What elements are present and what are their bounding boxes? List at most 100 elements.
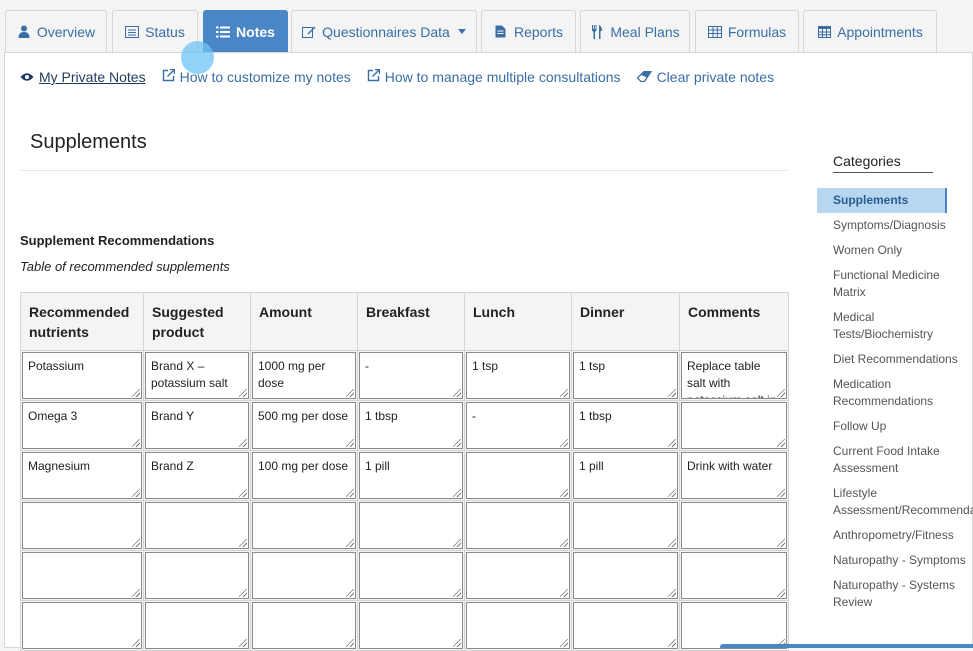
category-item[interactable]: Diet Recommendations	[817, 347, 973, 372]
category-item[interactable]: Medical Tests/Biochemistry	[817, 305, 973, 347]
tab-reports[interactable]: Reports	[481, 10, 576, 52]
cell-textarea[interactable]: Drink with water	[681, 452, 787, 499]
cell-textarea[interactable]	[573, 602, 678, 649]
category-item[interactable]: Current Food Intake Assessment	[817, 439, 973, 481]
cell-textarea[interactable]	[252, 552, 356, 599]
table-row: Potassium Brand X – potassium salt 1000 mg…	[20, 350, 789, 401]
tab-meal-plans[interactable]: Meal Plans	[580, 10, 690, 52]
calendar-icon	[817, 25, 831, 39]
category-item[interactable]: Functional Medicine Matrix	[817, 263, 973, 305]
column-header: Lunch	[464, 292, 572, 351]
cell-textarea[interactable]: 1 pill	[573, 452, 678, 499]
cell-textarea[interactable]: 1000 mg per dose	[252, 352, 356, 399]
cell-textarea[interactable]	[145, 602, 249, 649]
category-item[interactable]: Naturopathy - Systems Review	[817, 573, 973, 615]
cell-textarea[interactable]: Omega 3	[22, 402, 142, 449]
cell-textarea[interactable]	[573, 502, 678, 549]
tab-appointments[interactable]: Appointments	[803, 10, 937, 52]
user-icon	[17, 25, 31, 39]
cell-textarea[interactable]	[359, 602, 463, 649]
eye-icon	[20, 69, 34, 85]
category-item[interactable]: Symptoms/Diagnosis	[817, 213, 973, 238]
cell-textarea[interactable]: Brand Z	[145, 452, 249, 499]
cell-textarea[interactable]	[573, 552, 678, 599]
table-cell	[679, 550, 789, 601]
cell-textarea[interactable]	[681, 602, 787, 649]
cell-textarea[interactable]: -	[466, 402, 570, 449]
section-title: Supplements	[20, 131, 788, 171]
category-item[interactable]: Supplements	[817, 188, 947, 213]
cell-textarea[interactable]	[681, 402, 787, 449]
table-cell	[20, 600, 144, 651]
cell-textarea[interactable]: Magnesium	[22, 452, 142, 499]
my-private-notes-link[interactable]: My Private Notes	[20, 69, 146, 85]
category-item[interactable]: Medication Recommendations	[817, 372, 973, 414]
cell-textarea[interactable]	[359, 552, 463, 599]
cell-textarea[interactable]	[145, 502, 249, 549]
table-cell	[250, 600, 358, 651]
cell-textarea[interactable]	[359, 502, 463, 549]
cell-textarea[interactable]: Potassium	[22, 352, 142, 399]
cell-textarea[interactable]: Brand Y	[145, 402, 249, 449]
cell-textarea[interactable]	[22, 552, 142, 599]
cell-textarea[interactable]: 100 mg per dose	[252, 452, 356, 499]
cell-textarea[interactable]: 1 tbsp	[359, 402, 463, 449]
tab-notes[interactable]: Notes	[203, 10, 288, 52]
cell-textarea[interactable]	[22, 502, 142, 549]
cell-textarea[interactable]	[466, 602, 570, 649]
tab-label: Notes	[236, 23, 275, 40]
cell-textarea[interactable]: Brand X – potassium salt	[145, 352, 249, 399]
cell-textarea[interactable]: 1 tsp	[466, 352, 570, 399]
cell-textarea[interactable]	[681, 552, 787, 599]
table-cell	[571, 500, 680, 551]
table-row	[20, 500, 789, 551]
table-cell: 1 tsp	[464, 350, 572, 401]
tab-label: Reports	[513, 23, 564, 40]
tab-questionnaires-data[interactable]: Questionnaires Data	[291, 10, 477, 52]
notes-panel: My Private Notes How to customize my not…	[4, 52, 973, 651]
cell-textarea[interactable]: 1 tsp	[573, 352, 678, 399]
cell-textarea[interactable]: Replace table salt with potassium salt i…	[681, 352, 787, 399]
table-cell	[250, 550, 358, 601]
category-item[interactable]: Women Only	[817, 238, 973, 263]
supplements-table: Recommended nutrients Suggested product Am…	[20, 292, 789, 651]
category-item[interactable]: Lifestyle Assessment/Recommendations	[817, 481, 973, 523]
tab-label: Appointments	[837, 23, 923, 40]
cell-textarea[interactable]	[22, 602, 142, 649]
cell-textarea[interactable]	[681, 502, 787, 549]
cell-textarea[interactable]	[252, 502, 356, 549]
category-item[interactable]: Follow Up	[817, 414, 973, 439]
category-item[interactable]: Naturopathy - Symptoms	[817, 548, 973, 573]
table-cell: -	[464, 400, 572, 451]
tab-overview[interactable]: Overview	[5, 10, 107, 52]
table-cell: 1 tbsp	[357, 400, 465, 451]
table-cell	[357, 500, 465, 551]
table-cell: Potassium	[20, 350, 144, 401]
cell-textarea[interactable]: -	[359, 352, 463, 399]
cell-textarea[interactable]	[466, 552, 570, 599]
table-cell	[464, 550, 572, 601]
column-header: Amount	[250, 292, 358, 351]
column-header: Comments	[679, 292, 789, 351]
table-cell	[464, 500, 572, 551]
cell-textarea[interactable]	[466, 452, 570, 499]
cell-textarea[interactable]: 1 tbsp	[573, 402, 678, 449]
multiple-consultations-link[interactable]: How to manage multiple consultations	[367, 68, 621, 85]
clear-private-notes-link[interactable]: Clear private notes	[636, 69, 774, 85]
cell-textarea[interactable]: 500 mg per dose	[252, 402, 356, 449]
table-cell	[20, 550, 144, 601]
cell-textarea[interactable]	[145, 552, 249, 599]
category-item[interactable]: Anthropometry/Fitness	[817, 523, 973, 548]
table-row: Magnesium Brand Z 100 mg per dose 1 pill 1 p…	[20, 450, 789, 501]
table-cell	[357, 550, 465, 601]
tab-formulas[interactable]: Formulas	[695, 10, 799, 52]
external-link-icon	[162, 68, 175, 85]
cell-textarea[interactable]	[252, 602, 356, 649]
tab-label: Meal Plans	[610, 23, 680, 40]
table-cell: 1 pill	[571, 450, 680, 501]
table-row	[20, 600, 789, 651]
cell-textarea[interactable]: 1 pill	[359, 452, 463, 499]
cell-textarea[interactable]	[466, 502, 570, 549]
table-description: Table of recommended supplements	[20, 259, 230, 274]
mouse-cursor-indicator	[181, 41, 214, 74]
